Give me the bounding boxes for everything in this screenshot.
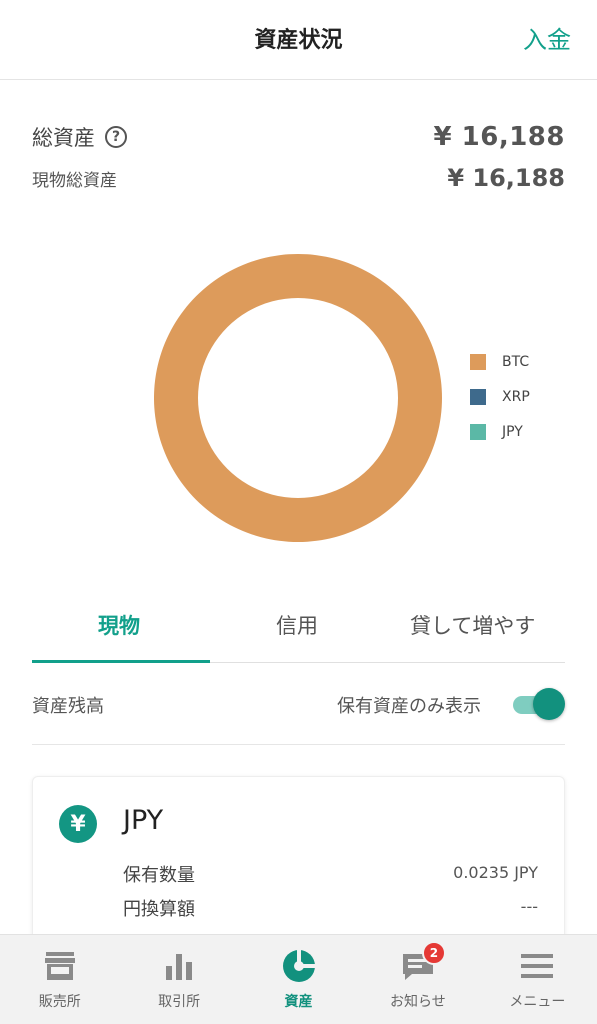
tab-lending[interactable]: 貸して増やす	[410, 610, 535, 640]
toggle-knob	[533, 688, 565, 720]
total-assets-value: ¥ 16,188	[433, 122, 565, 152]
nav-item-exchange[interactable]: 取引所	[119, 935, 238, 1024]
active-tab-indicator	[32, 660, 210, 663]
spot-assets-row: 現物総資産 ¥ 16,188	[32, 164, 565, 196]
holdings-only-label: 保有資産のみ表示	[337, 696, 481, 717]
asset-name: JPY	[123, 805, 164, 836]
holding-quantity-row: 保有数量 0.0235 JPY	[123, 861, 538, 891]
total-assets-row: 総資産 ? ¥ 16,188	[32, 122, 565, 156]
nav-item-store[interactable]: 販売所	[0, 935, 119, 1024]
page-title: 資産状況	[254, 28, 343, 53]
legend-swatch-jpy	[470, 423, 486, 440]
menu-icon	[521, 954, 554, 978]
nav-label-exchange: 取引所	[158, 994, 201, 1010]
balance-label: 資産残高	[32, 696, 104, 717]
holdings-only-toggle[interactable]	[507, 686, 565, 720]
nav-item-menu[interactable]: メニュー	[478, 935, 597, 1024]
asset-tabs: 現物 信用 貸して増やす	[32, 600, 565, 663]
legend-swatch-xrp	[470, 388, 486, 405]
donut-slice-btc	[154, 254, 442, 542]
legend-label-xrp: XRP	[502, 388, 530, 405]
spot-assets-value: ¥ 16,188	[447, 164, 565, 192]
notification-badge: 2	[421, 941, 446, 965]
bar-chart-icon	[166, 954, 193, 980]
tab-spot[interactable]: 現物	[98, 610, 140, 640]
legend-item-jpy: JPY	[470, 414, 530, 449]
holding-quantity-label: 保有数量	[123, 865, 195, 886]
store-icon	[44, 952, 75, 980]
chart-legend: BTC XRP JPY	[470, 344, 530, 449]
asset-donut-chart	[154, 254, 442, 542]
yen-value-label: 円換算額	[123, 899, 195, 920]
holding-quantity-value: 0.0235 JPY	[453, 863, 538, 882]
app-header: 資産状況 入金	[0, 0, 597, 80]
nav-item-notices[interactable]: 2 お知らせ	[358, 935, 477, 1024]
nav-label-notices: お知らせ	[390, 994, 446, 1010]
deposit-button[interactable]: 入金	[523, 20, 571, 55]
legend-item-xrp: XRP	[470, 379, 530, 414]
pie-chart-icon	[282, 950, 315, 982]
legend-swatch-btc	[470, 353, 486, 370]
nav-item-assets[interactable]: 資産	[239, 935, 358, 1024]
bottom-navigation: 販売所 取引所 資産 2 お知らせ メニュー	[0, 934, 597, 1024]
nav-label-menu: メニュー	[509, 994, 566, 1010]
spot-assets-label: 現物総資産	[32, 171, 117, 191]
balance-row: 資産残高 保有資産のみ表示	[32, 680, 565, 745]
yen-value-value: ---	[520, 897, 538, 916]
total-assets-label-group: 総資産 ?	[32, 122, 127, 152]
help-icon[interactable]: ?	[105, 126, 127, 148]
nav-label-store: 販売所	[38, 994, 81, 1010]
total-assets-label: 総資産	[32, 126, 95, 150]
tab-margin[interactable]: 信用	[276, 610, 318, 640]
yen-icon: ¥	[59, 805, 97, 843]
legend-label-btc: BTC	[502, 353, 530, 370]
legend-item-btc: BTC	[470, 344, 530, 379]
nav-label-assets: 資産	[284, 994, 313, 1010]
legend-label-jpy: JPY	[502, 423, 523, 440]
yen-value-row: 円換算額 ---	[123, 895, 538, 925]
